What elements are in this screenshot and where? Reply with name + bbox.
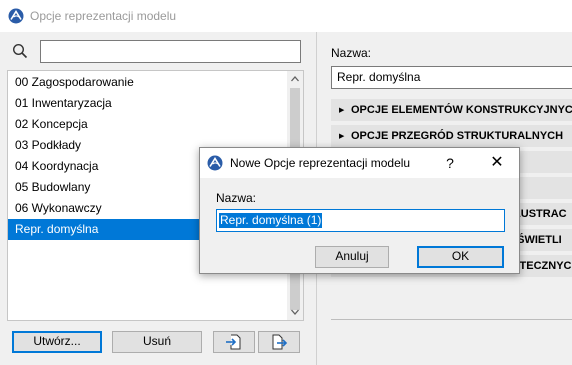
new-representation-dialog: Nowe Opcje reprezentacji modelu ? ✕ Nazw… — [199, 147, 520, 274]
dialog-name-value: Repr. domyślna (1) — [219, 213, 323, 228]
divider-line — [331, 319, 572, 320]
section-header-structural-partitions[interactable]: ▶ OPCJE PRZEGRÓD STRUKTURALNYCH — [331, 125, 572, 147]
cancel-button[interactable]: Anuluj — [315, 246, 389, 268]
list-item[interactable]: 00 Zagospodarowanie — [8, 72, 287, 93]
expand-arrow-icon: ▶ — [339, 133, 345, 140]
dialog-title: Nowe Opcje reprezentacji modelu — [230, 156, 411, 170]
expand-arrow-icon: ▶ — [339, 107, 345, 114]
ok-button[interactable]: OK — [417, 246, 504, 268]
import-icon — [226, 334, 241, 350]
delete-button[interactable]: Usuń — [112, 331, 202, 353]
scroll-up-arrow-icon[interactable] — [287, 71, 303, 87]
archicad-logo-icon — [207, 155, 223, 171]
list-item[interactable]: 01 Inwentaryzacja — [8, 93, 287, 114]
list-item[interactable]: 02 Koncepcja — [8, 114, 287, 135]
window-titlebar: Opcje reprezentacji modelu — [0, 0, 572, 32]
scroll-down-arrow-icon[interactable] — [287, 304, 303, 320]
name-field[interactable]: Repr. domyślna — [331, 66, 572, 89]
create-button[interactable]: Utwórz... — [12, 331, 102, 353]
export-icon — [272, 334, 288, 350]
help-button[interactable]: ? — [440, 152, 460, 174]
search-input[interactable] — [40, 40, 301, 63]
name-label: Nazwa: — [331, 46, 372, 60]
archicad-logo-icon — [8, 8, 24, 24]
import-button[interactable] — [213, 331, 255, 353]
dialog-name-input[interactable]: Repr. domyślna (1) — [216, 209, 505, 232]
section-header-structural-elements[interactable]: ▶ OPCJE ELEMENTÓW KONSTRUKCYJNYCH — [331, 99, 572, 121]
window-title: Opcje reprezentacji modelu — [30, 9, 177, 23]
export-button[interactable] — [258, 331, 300, 353]
dialog-titlebar: Nowe Opcje reprezentacji modelu ? ✕ — [200, 148, 519, 178]
dialog-name-label: Nazwa: — [216, 191, 257, 205]
close-icon[interactable]: ✕ — [482, 152, 512, 174]
search-icon — [12, 43, 28, 59]
